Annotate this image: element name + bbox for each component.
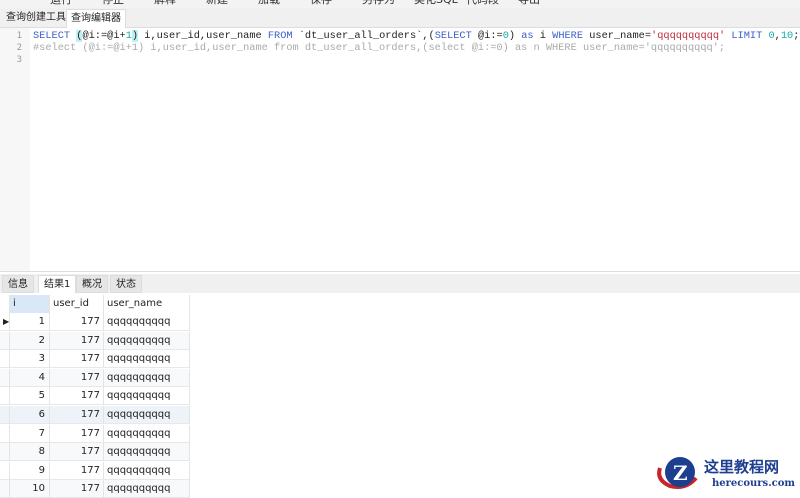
cell-i[interactable]: 4 — [10, 368, 50, 387]
cell-user-name[interactable]: qqqqqqqqqq — [104, 368, 190, 387]
grid-header: i user_id user_name — [0, 295, 190, 313]
cell-user-id[interactable]: 177 — [50, 350, 104, 369]
toolbar: 运行 停止 解释 新建 加载 保存 另存为 美化SQL 代码段 导出 — [0, 0, 800, 8]
table-row[interactable]: 7 177 qqqqqqqqqq — [0, 424, 190, 443]
cell-i[interactable]: 2 — [10, 331, 50, 350]
row-indicator — [0, 406, 10, 424]
tab-overview[interactable]: 概况 — [76, 275, 108, 293]
row-indicator — [0, 350, 10, 369]
cell-user-name[interactable]: qqqqqqqqqq — [104, 424, 190, 443]
cell-user-id[interactable]: 177 — [50, 331, 104, 350]
toolbar-button[interactable]: 解释 — [154, 0, 176, 7]
line-number: 1 — [16, 31, 22, 41]
cell-i[interactable]: 8 — [10, 443, 50, 462]
cell-i[interactable]: 5 — [10, 387, 50, 406]
column-header-i[interactable]: i — [10, 295, 50, 313]
toolbar-button[interactable]: 运行 — [50, 0, 72, 7]
cell-i[interactable]: 10 — [10, 480, 50, 498]
toolbar-button[interactable]: 代码段 — [466, 0, 499, 7]
result-tabs: 信息 结果1 概况 状态 — [0, 274, 800, 293]
table-row[interactable]: 9 177 qqqqqqqqqq — [0, 461, 190, 480]
table-row[interactable]: 6 177 qqqqqqqqqq — [0, 406, 190, 424]
cell-user-id[interactable]: 177 — [50, 313, 104, 331]
line-number: 3 — [16, 55, 22, 65]
table-row[interactable]: 2 177 qqqqqqqqqq — [0, 331, 190, 350]
row-indicator — [0, 480, 10, 498]
toolbar-button[interactable]: 保存 — [310, 0, 332, 7]
cell-user-id[interactable]: 177 — [50, 443, 104, 462]
cell-user-id[interactable]: 177 — [50, 387, 104, 406]
tab-result1[interactable]: 结果1 — [38, 275, 77, 293]
cell-i[interactable]: 7 — [10, 424, 50, 443]
cell-i[interactable]: 1 — [10, 313, 50, 331]
cell-user-name[interactable]: qqqqqqqqqq — [104, 387, 190, 406]
cell-user-name[interactable]: qqqqqqqqqq — [104, 461, 190, 480]
tab-status[interactable]: 状态 — [110, 275, 142, 293]
cell-i[interactable]: 6 — [10, 406, 50, 424]
cell-user-id[interactable]: 177 — [50, 461, 104, 480]
cell-user-id[interactable]: 177 — [50, 480, 104, 498]
row-indicator — [0, 368, 10, 387]
cell-user-id[interactable]: 177 — [50, 424, 104, 443]
current-row-arrow-icon: ▶ — [3, 317, 10, 326]
table-row[interactable]: ▶ 1 177 qqqqqqqqqq — [0, 313, 190, 331]
toolbar-button[interactable]: 美化SQL — [414, 0, 458, 7]
code-line-2: #select (@i:=@i+1) i,user_id,user_name f… — [33, 42, 726, 54]
cell-user-name[interactable]: qqqqqqqqqq — [104, 313, 190, 331]
toolbar-button[interactable]: 加载 — [258, 0, 280, 7]
toolbar-button[interactable]: 另存为 — [362, 0, 395, 7]
cell-i[interactable]: 9 — [10, 461, 50, 480]
code-line-1: SELECT (@i:=@i+1) i,user_id,user_name FR… — [33, 30, 800, 42]
row-indicator — [0, 443, 10, 462]
table-row[interactable]: 8 177 qqqqqqqqqq — [0, 443, 190, 462]
query-tabs: 查询创建工具 查询编辑器 — [0, 8, 800, 28]
line-number: 2 — [16, 43, 22, 53]
watermark-title: 这里教程网 — [704, 458, 779, 476]
table-row[interactable]: 5 177 qqqqqqqqqq — [0, 387, 190, 406]
cell-i[interactable]: 3 — [10, 350, 50, 369]
cell-user-name[interactable]: qqqqqqqqqq — [104, 406, 190, 424]
table-row[interactable]: 10 177 qqqqqqqqqq — [0, 480, 190, 498]
watermark-logo: Z 这里教程网 herecours.com — [657, 457, 795, 489]
toolbar-button[interactable]: 停止 — [102, 0, 124, 7]
cell-user-name[interactable]: qqqqqqqqqq — [104, 480, 190, 498]
svg-text:Z: Z — [673, 461, 688, 485]
column-header-user-name[interactable]: user_name — [104, 295, 190, 313]
sql-editor[interactable]: 1 2 3 SELECT (@i:=@i+1) i,user_id,user_n… — [0, 28, 800, 272]
cell-user-id[interactable]: 177 — [50, 406, 104, 424]
toolbar-button[interactable]: 导出 — [518, 0, 540, 7]
tab-query-builder[interactable]: 查询创建工具 — [2, 9, 70, 28]
table-row[interactable]: 3 177 qqqqqqqqqq — [0, 350, 190, 369]
row-indicator: ▶ — [0, 313, 10, 331]
column-header-user-id[interactable]: user_id — [50, 295, 104, 313]
tab-query-editor[interactable]: 查询编辑器 — [66, 9, 126, 28]
cell-user-name[interactable]: qqqqqqqqqq — [104, 331, 190, 350]
header-corner — [0, 295, 10, 313]
row-indicator — [0, 461, 10, 480]
cell-user-name[interactable]: qqqqqqqqqq — [104, 443, 190, 462]
toolbar-button[interactable]: 新建 — [206, 0, 228, 7]
row-indicator — [0, 424, 10, 443]
cell-user-name[interactable]: qqqqqqqqqq — [104, 350, 190, 369]
watermark-url: herecours.com — [712, 478, 795, 489]
row-indicator — [0, 387, 10, 406]
cell-user-id[interactable]: 177 — [50, 368, 104, 387]
tab-info[interactable]: 信息 — [2, 275, 34, 293]
row-indicator — [0, 331, 10, 350]
table-row[interactable]: 4 177 qqqqqqqqqq — [0, 368, 190, 387]
line-gutter: 1 2 3 — [0, 28, 30, 271]
